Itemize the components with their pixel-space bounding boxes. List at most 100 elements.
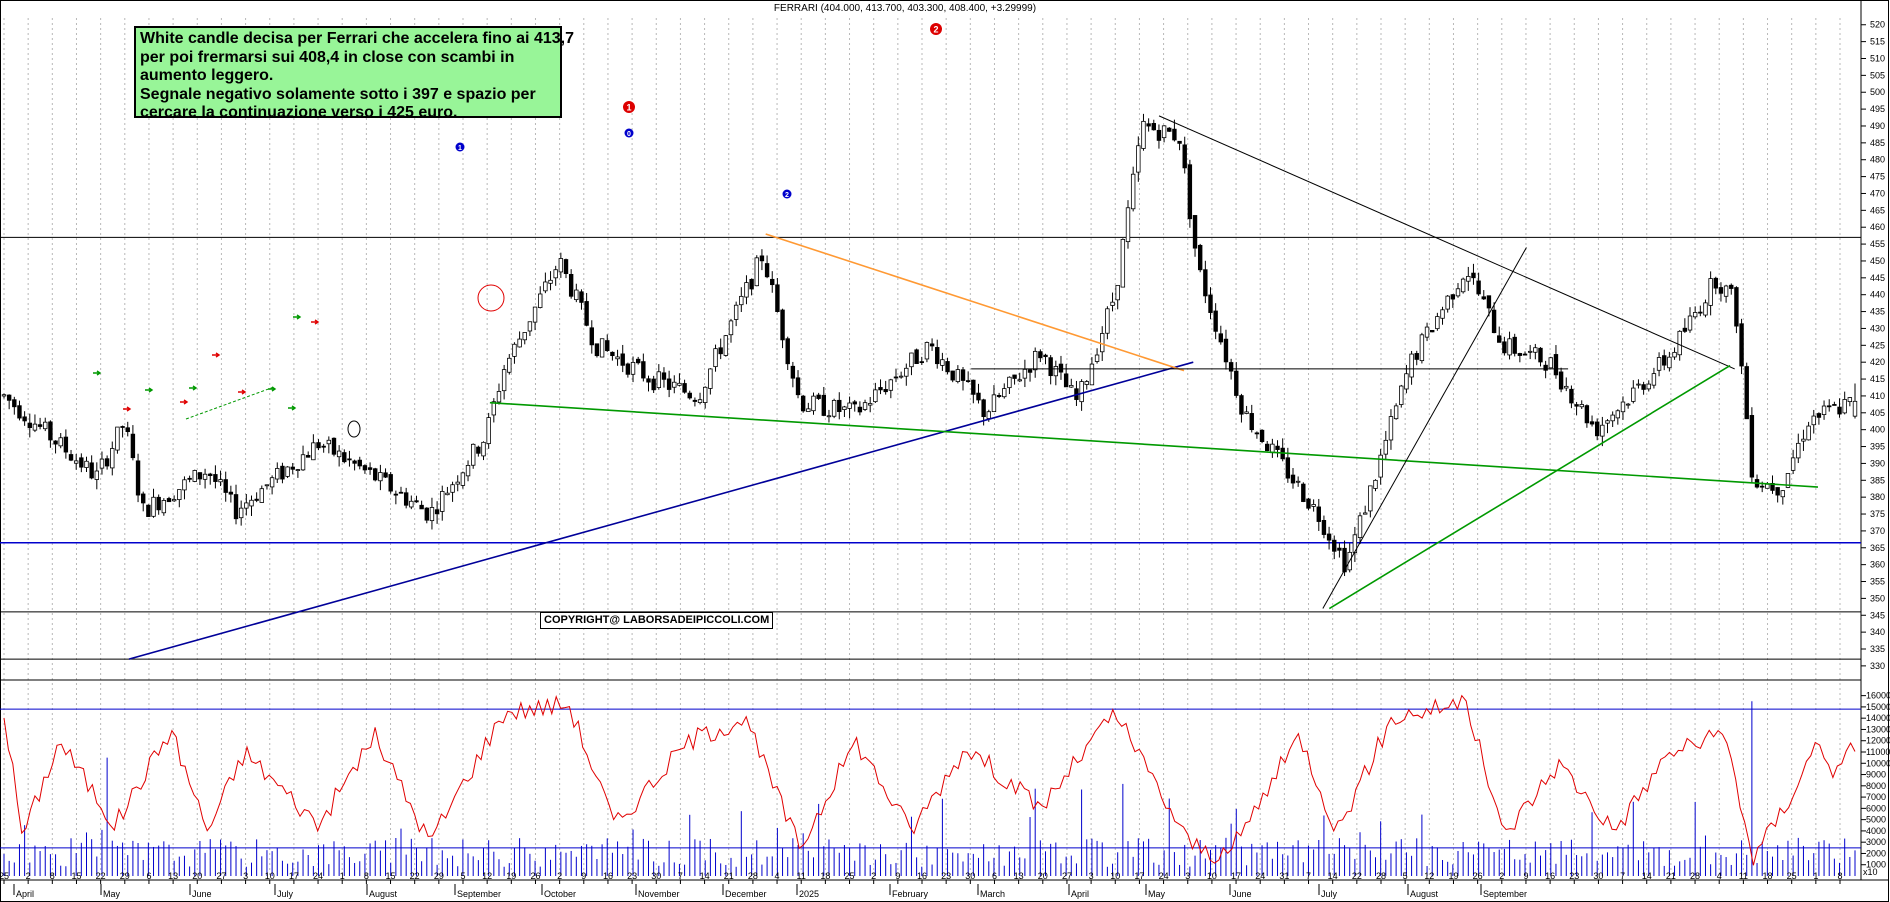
date-tick-label: 25 xyxy=(0,871,9,881)
volume-tick-label: 4000 xyxy=(1866,826,1886,836)
candle-body xyxy=(228,491,234,495)
candle-body xyxy=(1203,269,1208,297)
candle-body xyxy=(1094,354,1100,362)
date-tick-label: 30 xyxy=(651,871,661,881)
date-tick-label: 25 xyxy=(1787,871,1797,881)
highlight-ellipse xyxy=(347,420,361,438)
candle-body xyxy=(1156,129,1162,141)
candle-body xyxy=(775,284,780,312)
month-label: October xyxy=(544,889,576,899)
signal-arrow xyxy=(238,389,247,395)
price-tick-label: 355 xyxy=(1870,577,1885,587)
candle-body xyxy=(53,440,58,445)
candle-body xyxy=(1368,485,1373,512)
candle-body xyxy=(202,473,208,480)
candle-body xyxy=(759,255,765,262)
candle-body xyxy=(1527,350,1533,353)
price-tick-label: 505 xyxy=(1870,70,1885,80)
candle-body xyxy=(1218,333,1224,343)
volume-tick-label: 12000 xyxy=(1866,736,1890,746)
candle-body xyxy=(1141,120,1146,149)
candle-body xyxy=(574,289,579,301)
candle-body xyxy=(1321,520,1327,535)
candle-body xyxy=(1553,354,1559,376)
candle-body xyxy=(254,498,259,501)
candle-body xyxy=(336,450,342,458)
candle-body xyxy=(1105,308,1110,334)
candle-body xyxy=(517,338,522,348)
candle-body xyxy=(1120,239,1126,288)
candle-body xyxy=(1450,294,1456,300)
candle-body xyxy=(532,306,538,323)
candle-body xyxy=(1115,284,1120,301)
candle-body xyxy=(1455,288,1461,297)
note-line: cercare la continuazione verso i 425 eur… xyxy=(140,104,458,121)
candle-body xyxy=(326,439,332,445)
candle-body xyxy=(594,343,600,357)
price-tick-label: 455 xyxy=(1870,239,1885,249)
candle-body xyxy=(641,361,646,379)
candle-body xyxy=(1692,312,1698,318)
price-tick-label: 500 xyxy=(1870,87,1885,97)
candle-body xyxy=(1646,383,1651,390)
candle-body xyxy=(589,327,594,346)
candle-body xyxy=(862,402,868,410)
candle-body xyxy=(1197,244,1203,271)
candle-body xyxy=(965,380,971,383)
candle-body xyxy=(857,406,863,413)
date-tick-label: 21 xyxy=(1666,871,1676,881)
candle-body xyxy=(1522,353,1528,356)
date-tick-label: 23 xyxy=(1569,871,1579,881)
price-tick-label: 470 xyxy=(1870,188,1885,198)
candle-body xyxy=(635,358,641,364)
candle-body xyxy=(909,352,914,368)
wave-label: 1 xyxy=(626,103,631,113)
date-tick-label: 16 xyxy=(917,871,927,881)
candle-body xyxy=(1564,385,1569,389)
candle-body xyxy=(1223,338,1229,363)
candle-body xyxy=(94,470,100,480)
price-tick-label: 440 xyxy=(1870,290,1885,300)
candle-body xyxy=(878,387,883,391)
candle-body xyxy=(1759,485,1765,488)
candle-body xyxy=(749,278,754,290)
price-tick-label: 335 xyxy=(1870,644,1885,654)
price-tick-label: 350 xyxy=(1870,593,1885,603)
candle-body xyxy=(125,427,130,433)
date-tick-label: 11 xyxy=(1739,871,1748,881)
candle-body xyxy=(1816,413,1822,418)
date-tick-label: 17 xyxy=(289,871,299,881)
date-tick-label: 3 xyxy=(243,871,248,881)
month-label: 2025 xyxy=(799,889,819,899)
candle-body xyxy=(1337,547,1342,551)
date-tick-label: 2 xyxy=(557,871,562,881)
price-tick-label: 520 xyxy=(1870,20,1885,30)
candle-body xyxy=(1357,515,1363,539)
date-tick-label: 2 xyxy=(26,871,31,881)
candle-body xyxy=(223,479,228,493)
price-tick-label: 365 xyxy=(1870,543,1885,553)
candle-body xyxy=(213,474,218,482)
candle-body xyxy=(424,507,429,521)
volume-tick-label: 14000 xyxy=(1866,713,1890,723)
candle-body xyxy=(501,369,507,392)
candle-body xyxy=(357,459,362,467)
dashed-support-line xyxy=(185,386,275,420)
candle-body xyxy=(795,377,801,396)
candle-body xyxy=(610,351,615,357)
price-tick-label: 510 xyxy=(1870,53,1885,63)
candle-body xyxy=(1027,369,1033,373)
candle-body xyxy=(275,468,280,480)
price-tick-label: 495 xyxy=(1870,104,1885,114)
candle-body xyxy=(135,460,141,496)
candle-body xyxy=(1125,207,1131,243)
note-line: White candle decisa per Ferrari che acce… xyxy=(140,30,574,47)
candle-body xyxy=(563,259,569,274)
date-tick-label: 6 xyxy=(146,871,151,881)
candle-body xyxy=(1517,353,1523,356)
date-tick-label: 19 xyxy=(506,871,516,881)
candle-body xyxy=(1182,144,1187,169)
candle-body xyxy=(1471,272,1476,279)
candle-body xyxy=(1414,353,1419,360)
date-tick-label: 15 xyxy=(71,871,81,881)
